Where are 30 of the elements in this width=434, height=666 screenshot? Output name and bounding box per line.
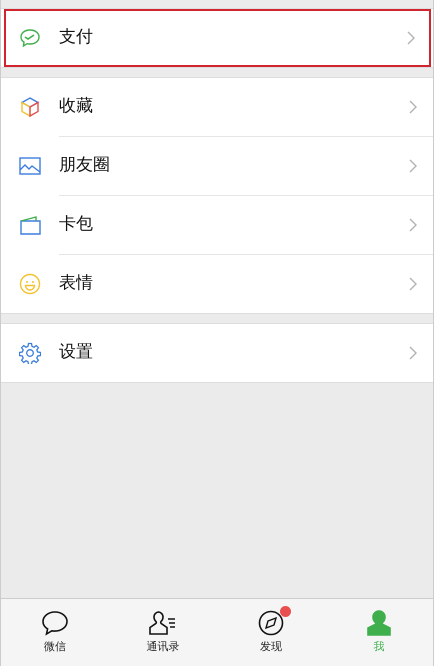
chat-bubble-icon [41,610,69,636]
chevron-icon [409,218,417,232]
person-icon [366,610,392,636]
chevron-icon [407,31,415,45]
menu-label: 设置 [59,341,94,364]
smiley-icon [19,273,41,295]
wallet-icon [19,215,41,235]
menu-label: 支付 [59,26,94,50]
compass-icon [258,610,284,636]
menu-label: 表情 [59,272,94,296]
chevron-icon [409,100,417,114]
menu-item[interactable]: 设置 [1,324,433,382]
menu-label: 收藏 [59,95,94,118]
chat-check-icon [19,28,41,48]
chevron-icon [409,277,417,291]
tab[interactable]: 通讯录 [109,599,217,666]
cube-icon [19,96,41,118]
image-icon [19,157,41,175]
settings-icon [19,342,41,364]
menu-item[interactable]: 卡包 [1,196,433,254]
menu-item[interactable]: 收藏 [1,78,433,136]
tab[interactable]: 发现 [217,599,325,666]
menu-item[interactable]: 朋友圈 [1,137,433,195]
menu-item[interactable]: 表情 [1,255,433,313]
chevron-icon [409,159,417,173]
tab[interactable]: 微信 [1,599,109,666]
menu-label: 卡包 [59,213,94,236]
menu-label: 朋友圈 [59,154,111,178]
chevron-icon [409,346,417,360]
contacts-icon [148,610,178,636]
